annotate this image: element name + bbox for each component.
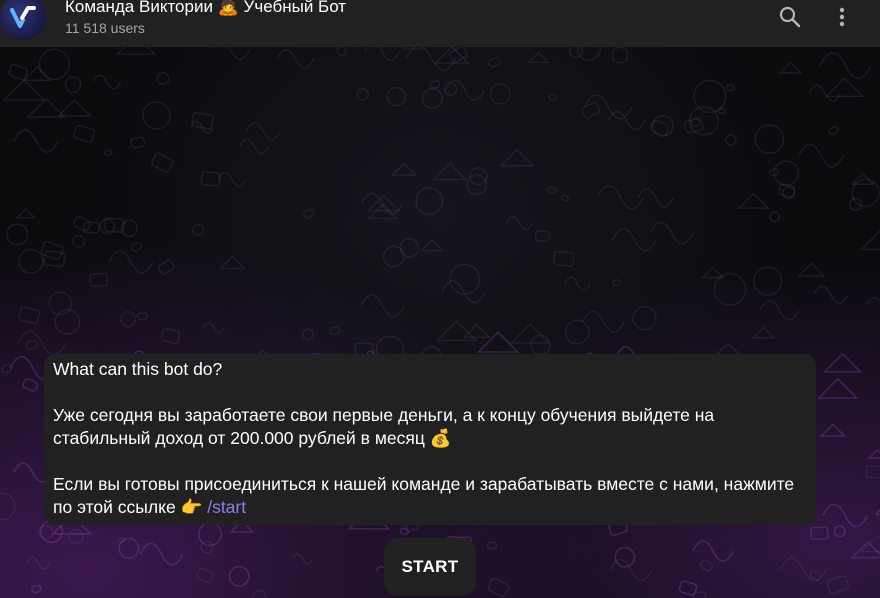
more-vertical-icon [839, 7, 845, 27]
more-menu-button[interactable] [827, 2, 857, 32]
bot-description-message: What can this bot do? Уже сегодня вы зар… [44, 354, 816, 525]
message-paragraph-2-text: Если вы готовы присоединиться к нашей ко… [53, 474, 795, 517]
chat-title-block[interactable]: Команда Виктории 🙇 Учебный Бот 11 518 us… [65, 0, 346, 37]
search-icon [779, 6, 801, 28]
bot-logo-icon [10, 6, 36, 28]
message-heading: What can this bot do? [53, 359, 223, 379]
start-button[interactable]: START [384, 538, 476, 596]
search-button[interactable] [775, 2, 805, 32]
telegram-chat-window: Команда Виктории 🙇 Учебный Бот 11 518 us… [0, 0, 880, 598]
member-count: 11 518 users [65, 20, 145, 36]
start-command-link[interactable]: /start [207, 497, 246, 517]
message-paragraph-1: Уже сегодня вы заработаете свои первые д… [53, 405, 715, 448]
message-paragraph-2: Если вы готовы присоединиться к нашей ко… [53, 473, 807, 519]
chat-title: Команда Виктории 🙇 Учебный Бот [65, 0, 347, 16]
avatar[interactable] [0, 0, 46, 40]
chat-header: Команда Виктории 🙇 Учебный Бот 11 518 us… [0, 0, 880, 47]
